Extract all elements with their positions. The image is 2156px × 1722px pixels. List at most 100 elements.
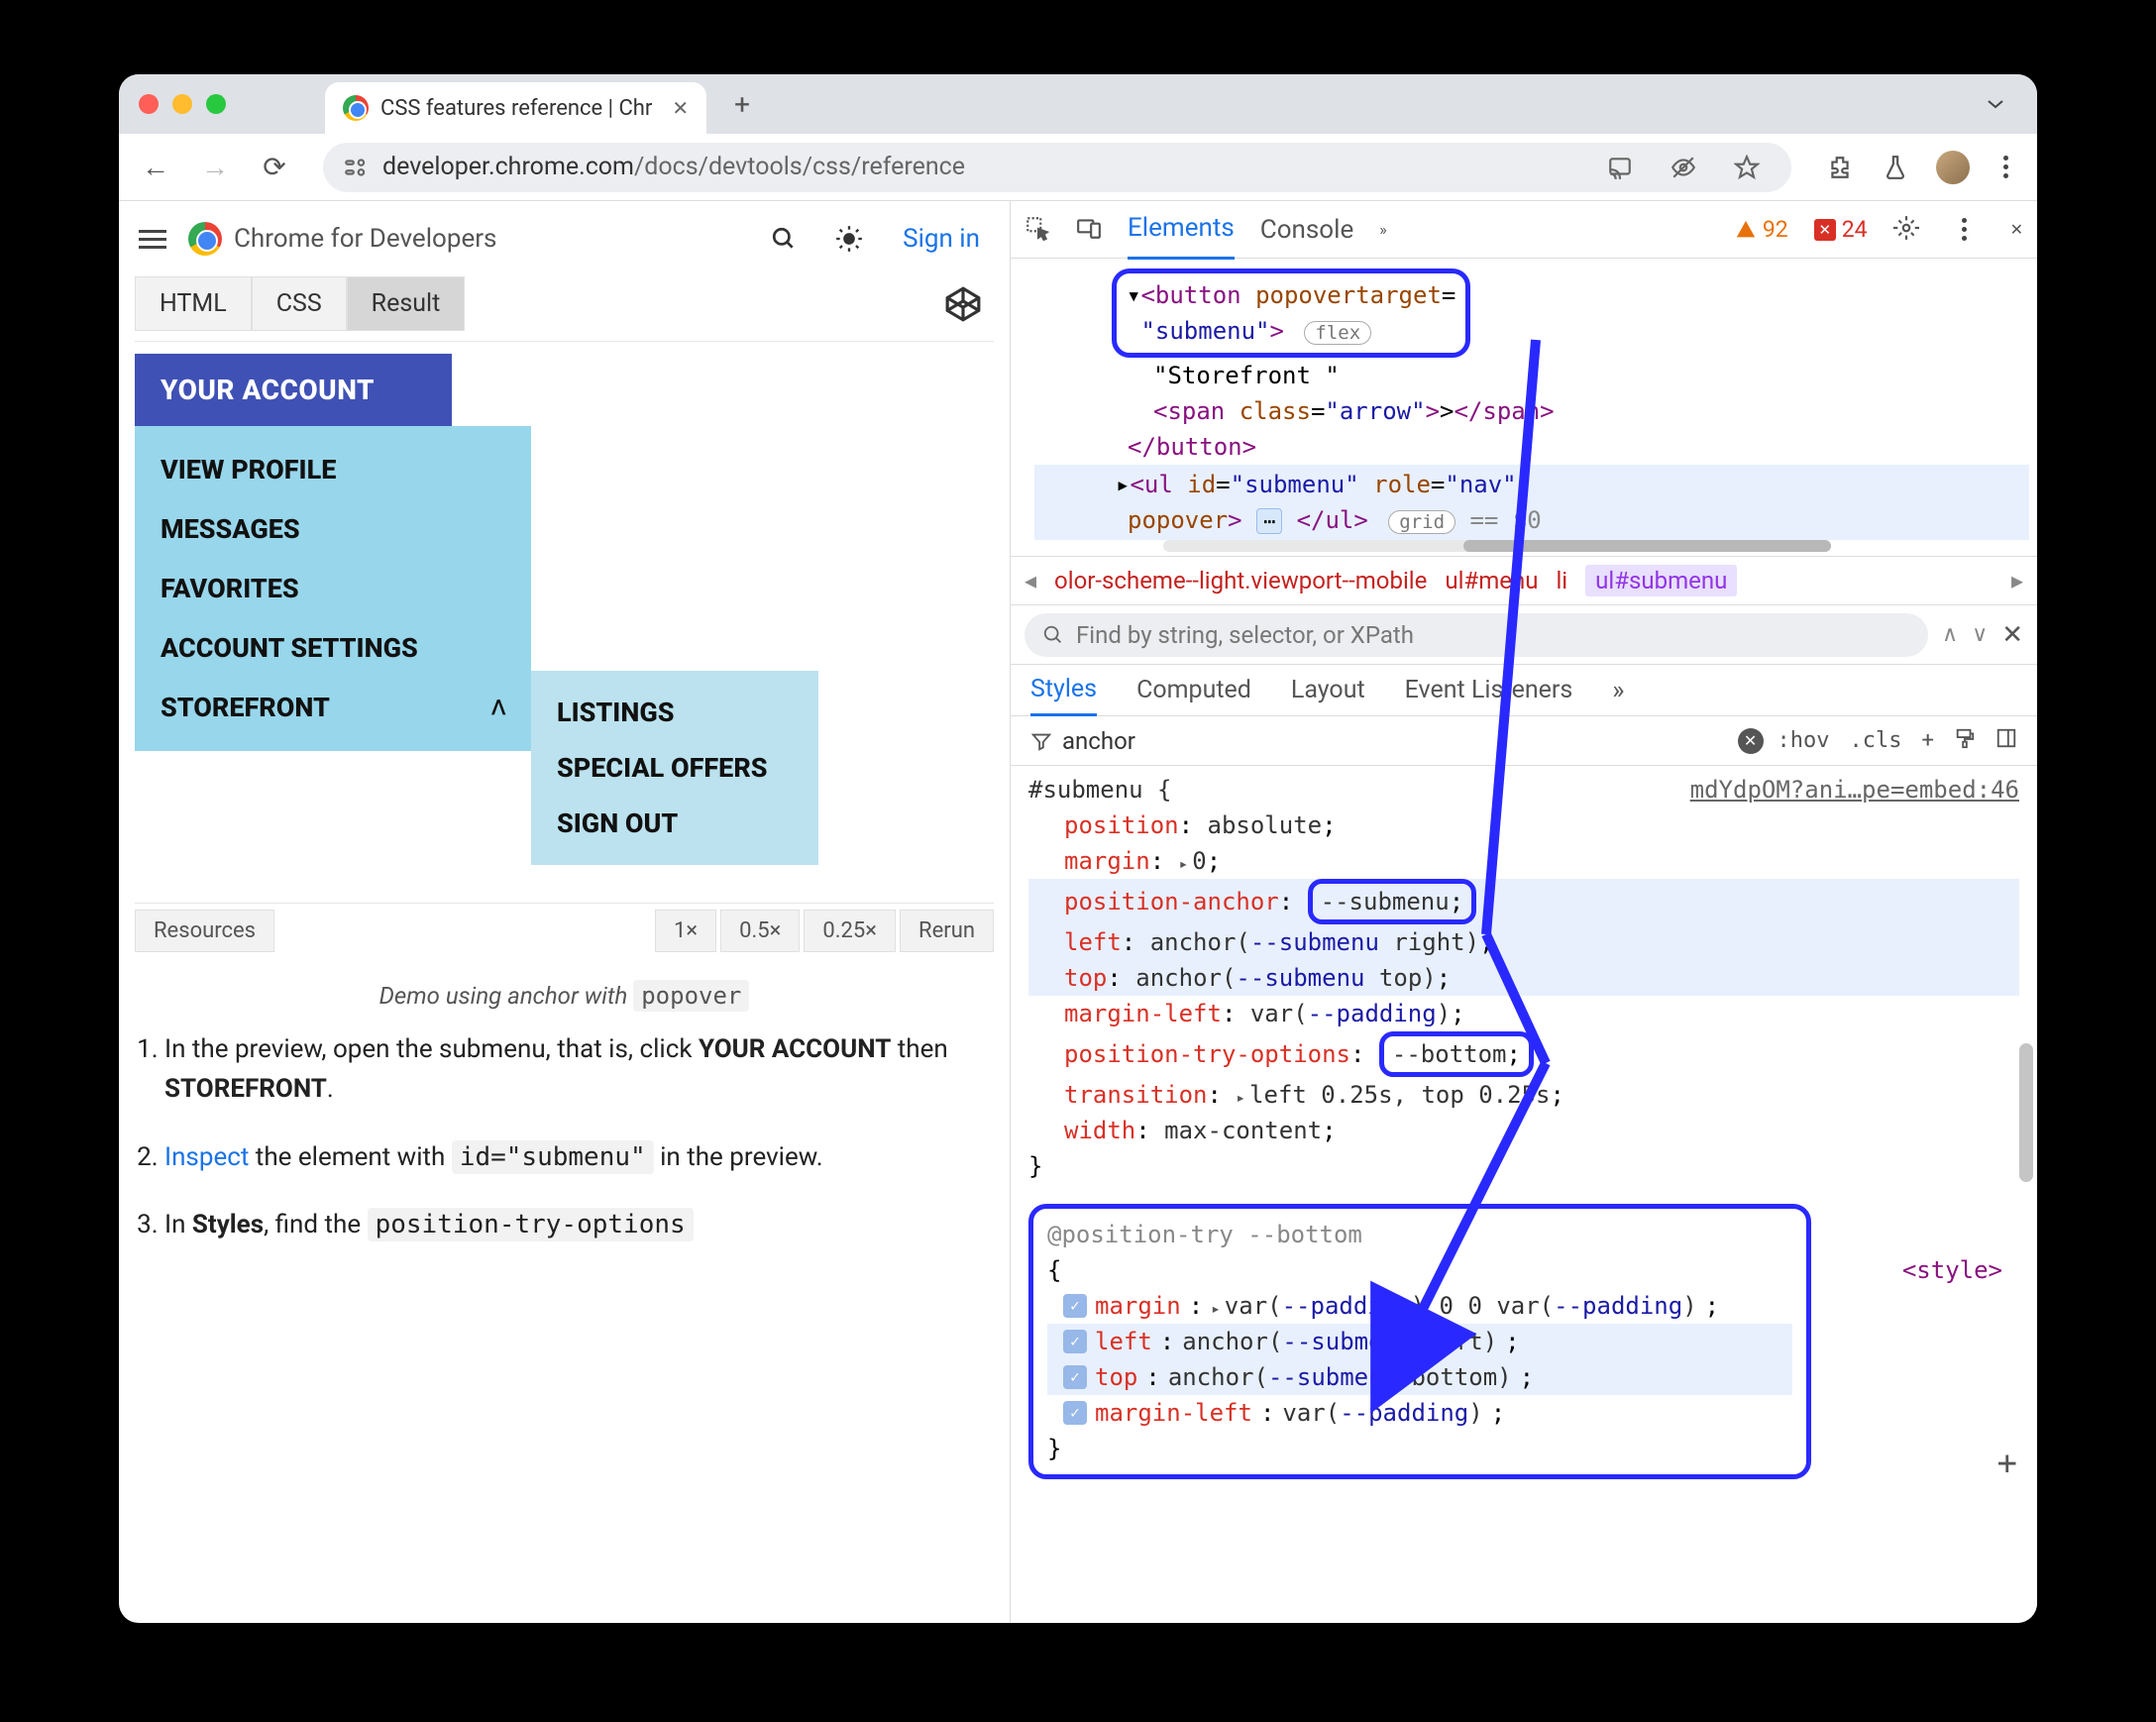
find-input[interactable]: Find by string, selector, or XPath — [1024, 613, 1928, 657]
more-styles-tabs-icon[interactable]: » — [1612, 676, 1624, 705]
extensions-icon[interactable] — [1815, 143, 1865, 192]
site-settings-icon[interactable] — [343, 155, 369, 180]
styles-filter-input[interactable]: anchor — [1030, 727, 1724, 755]
omnibox[interactable]: developer.chrome.com/docs/devtools/css/r… — [323, 143, 1791, 192]
theme-icon[interactable] — [827, 217, 871, 261]
submenu-item[interactable]: SIGN OUT — [553, 796, 797, 851]
source-link[interactable]: mdYdpOM?ani…pe=embed:46 — [1690, 772, 2019, 807]
checkbox-icon[interactable]: ✓ — [1063, 1401, 1087, 1425]
zoom-025x[interactable]: 0.25× — [804, 910, 896, 952]
dom-selected-ul[interactable]: ▸<ul id="submenu" role="nav" popover> ⋯ … — [1034, 465, 2029, 540]
menu-item[interactable]: ACCOUNT SETTINGS — [157, 618, 509, 678]
menu-item-storefront[interactable]: STOREFRONTᐱ — [157, 678, 509, 737]
chevron-left-icon[interactable]: ◂ — [1024, 567, 1036, 594]
back-button[interactable]: ← — [131, 143, 180, 192]
devtools-vertical-scrollbar[interactable] — [2017, 201, 2033, 1623]
forward-button[interactable]: → — [190, 143, 240, 192]
search-icon[interactable] — [762, 217, 806, 261]
submenu-item[interactable]: SPECIAL OFFERS — [553, 740, 797, 796]
tab-close-icon[interactable]: ✕ — [672, 96, 689, 120]
labs-icon[interactable] — [1871, 143, 1920, 192]
css-property[interactable]: left: anchor(--submenu right); — [1028, 924, 2019, 960]
errors-badge[interactable]: ✕ 24 — [1814, 216, 1868, 243]
menu-item[interactable]: FAVORITES — [157, 559, 509, 618]
dom-scrollbar[interactable] — [1163, 540, 1831, 552]
breadcrumb-item[interactable]: ul#menu — [1445, 567, 1538, 594]
demo-tab-html[interactable]: HTML — [135, 276, 252, 331]
hov-toggle[interactable]: :hov — [1778, 728, 1830, 753]
css-property[interactable]: margin-left: var(--padding); — [1028, 996, 2019, 1031]
browser-tab[interactable]: CSS features reference | Chr ✕ — [325, 82, 706, 134]
add-rule-icon[interactable]: + — [1997, 1439, 2017, 1489]
css-property[interactable]: position-try-options: --bottom; — [1028, 1031, 2019, 1077]
menu-item[interactable]: VIEW PROFILE — [157, 440, 509, 499]
grid-badge[interactable]: grid — [1388, 510, 1455, 534]
rerun-button[interactable]: Rerun — [900, 910, 994, 952]
signin-link[interactable]: Sign in — [903, 224, 980, 254]
css-property[interactable]: margin: ▸0; — [1028, 843, 2019, 879]
bookmark-star-icon[interactable] — [1722, 143, 1772, 192]
style-source-link[interactable]: <style> — [1902, 1252, 2002, 1288]
zoom-05x[interactable]: 0.5× — [720, 910, 800, 952]
menu-item[interactable]: MESSAGES — [157, 499, 509, 559]
css-property[interactable]: ✓top: anchor(--submenu bottom); — [1047, 1359, 1792, 1395]
window-minimize[interactable] — [172, 94, 192, 114]
clear-filter-icon[interactable]: ✕ — [1738, 728, 1764, 754]
css-property[interactable]: ✓left: anchor(--submenu left); — [1047, 1324, 1792, 1359]
zoom-1x[interactable]: 1× — [655, 910, 716, 952]
styles-tab[interactable]: Styles — [1030, 675, 1097, 716]
window-menu-icon[interactable] — [1974, 86, 2017, 122]
warnings-badge[interactable]: 92 — [1735, 216, 1788, 243]
breadcrumb-item[interactable]: li — [1556, 567, 1567, 594]
cast-icon[interactable] — [1595, 143, 1645, 192]
computed-panel-icon[interactable] — [1995, 727, 2017, 755]
inspect-element-icon[interactable] — [1024, 215, 1050, 245]
console-tab[interactable]: Console — [1260, 215, 1353, 259]
inspect-link[interactable]: Inspect — [164, 1142, 249, 1172]
reload-button[interactable]: ⟳ — [250, 143, 299, 192]
site-logo[interactable]: Chrome for Developers — [188, 222, 496, 256]
dom-breadcrumb[interactable]: ◂ olor-scheme--light.viewport--mobile ul… — [1011, 556, 2037, 605]
checkbox-icon[interactable]: ✓ — [1063, 1294, 1087, 1318]
css-property[interactable]: ✓margin: ▸var(--padding) 0 0 var(--paddi… — [1047, 1288, 1792, 1324]
new-tab-button[interactable]: + — [734, 88, 750, 121]
menu-header[interactable]: YOUR ACCOUNT — [135, 354, 452, 426]
eye-off-icon[interactable] — [1659, 143, 1708, 192]
computed-tab[interactable]: Computed — [1136, 676, 1251, 714]
css-property[interactable]: transition: ▸left 0.25s, top 0.25s; — [1028, 1077, 2019, 1113]
elements-tab[interactable]: Elements — [1128, 213, 1235, 260]
resources-button[interactable]: Resources — [135, 910, 274, 952]
expand-dots-icon[interactable]: ⋯ — [1256, 508, 1282, 534]
profile-avatar[interactable] — [1936, 151, 1970, 184]
layout-tab[interactable]: Layout — [1291, 676, 1365, 714]
css-property[interactable]: position: absolute; — [1028, 807, 2019, 843]
menu-icon[interactable] — [139, 230, 166, 249]
find-prev-icon[interactable]: ∧ — [1942, 622, 1958, 647]
demo-tab-css[interactable]: CSS — [252, 276, 347, 331]
dom-tree[interactable]: ▾<button popovertarget= "submenu"> flex … — [1011, 259, 2037, 556]
device-toolbar-icon[interactable] — [1076, 215, 1102, 245]
new-rule-icon[interactable]: + — [1922, 728, 1934, 753]
css-property[interactable]: position-anchor: --submenu; — [1028, 879, 2019, 924]
settings-gear-icon[interactable] — [1893, 215, 1919, 245]
cls-toggle[interactable]: .cls — [1850, 728, 1902, 753]
chrome-menu-icon[interactable] — [1986, 156, 2025, 178]
submenu-item[interactable]: LISTINGS — [553, 685, 797, 740]
demo-tab-result[interactable]: Result — [347, 276, 466, 331]
flex-badge[interactable]: flex — [1304, 321, 1371, 345]
css-property[interactable]: width: max-content; — [1028, 1113, 2019, 1148]
more-tabs-icon[interactable]: » — [1379, 220, 1387, 239]
event-listeners-tab[interactable]: Event Listeners — [1405, 676, 1573, 714]
codepen-icon[interactable] — [944, 285, 982, 323]
paint-icon[interactable] — [1954, 727, 1976, 755]
breadcrumb-item-selected[interactable]: ul#submenu — [1585, 565, 1737, 596]
window-close[interactable] — [139, 94, 159, 114]
find-next-icon[interactable]: ∨ — [1972, 622, 1988, 647]
checkbox-icon[interactable]: ✓ — [1063, 1365, 1087, 1389]
window-zoom[interactable] — [206, 94, 226, 114]
styles-rules[interactable]: #submenu {mdYdpOM?ani…pe=embed:46 positi… — [1011, 766, 2037, 1499]
checkbox-icon[interactable]: ✓ — [1063, 1330, 1087, 1353]
devtools-menu-icon[interactable] — [1945, 218, 1985, 241]
css-property[interactable]: ✓margin-left: var(--padding); — [1047, 1395, 1792, 1431]
css-property[interactable]: top: anchor(--submenu top); — [1028, 960, 2019, 996]
